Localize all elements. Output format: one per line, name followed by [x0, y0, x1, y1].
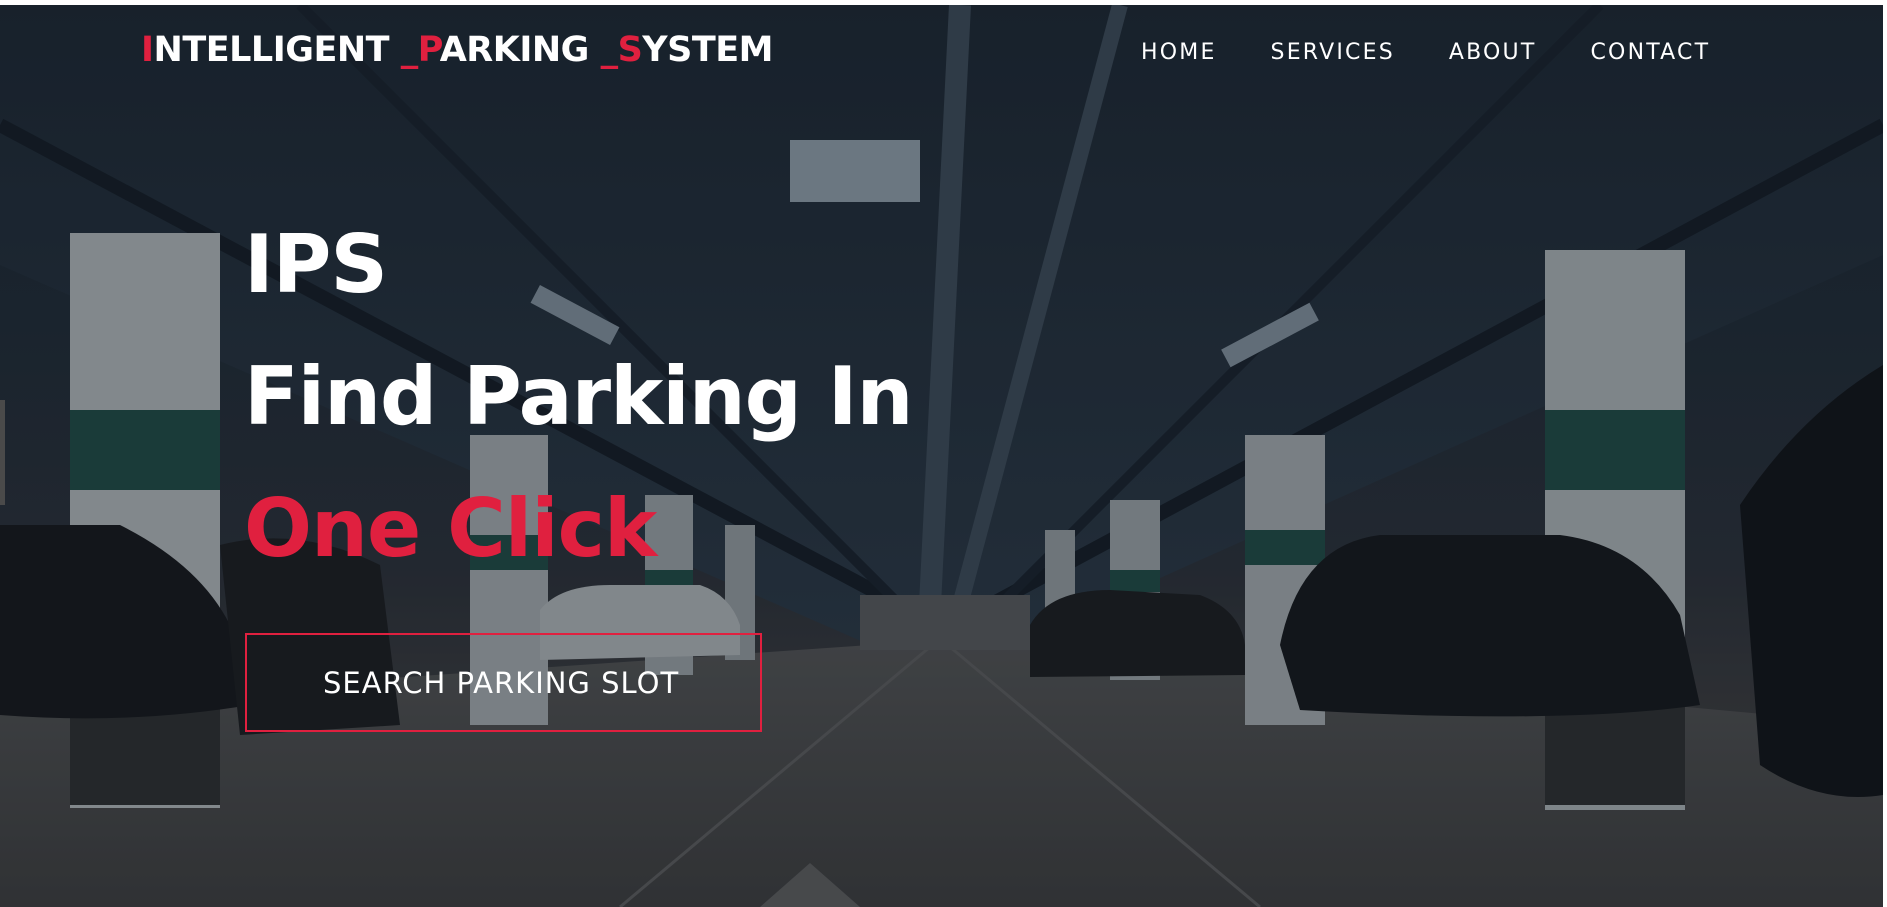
brand-word-intelligent: NTELLIGENT [153, 30, 401, 70]
nav-link-about[interactable]: ABOUT [1449, 35, 1537, 71]
hero-dark-overlay [0, 5, 1883, 907]
hero-title-one-click: One Click [244, 482, 657, 575]
nav-link-home[interactable]: HOME [1141, 35, 1217, 71]
nav-link-services[interactable]: SERVICES [1271, 35, 1395, 71]
hero-title-find-parking: Find Parking In [244, 350, 913, 443]
brand-initial-s: _S [600, 30, 643, 70]
nav-link-contact[interactable]: CONTACT [1591, 35, 1711, 71]
search-parking-slot-button[interactable]: SEARCH PARKING SLOT [245, 633, 762, 732]
page-viewport: INTELLIGENT _PARKING _SYSTEM HOME SERVIC… [0, 0, 1887, 907]
brand-word-system: YSTEM [642, 30, 773, 70]
main-nav: HOME SERVICES ABOUT CONTACT [1141, 35, 1710, 71]
brand-logo-text[interactable]: INTELLIGENT _PARKING _SYSTEM [141, 28, 773, 72]
left-edge-tab [0, 400, 5, 505]
brand-word-parking: ARKING [439, 30, 601, 70]
hero-section: INTELLIGENT _PARKING _SYSTEM HOME SERVIC… [0, 5, 1883, 907]
brand-initial-i: I [141, 30, 154, 70]
brand-initial-p: _P [400, 30, 440, 70]
hero-title-ips: IPS [244, 218, 388, 311]
